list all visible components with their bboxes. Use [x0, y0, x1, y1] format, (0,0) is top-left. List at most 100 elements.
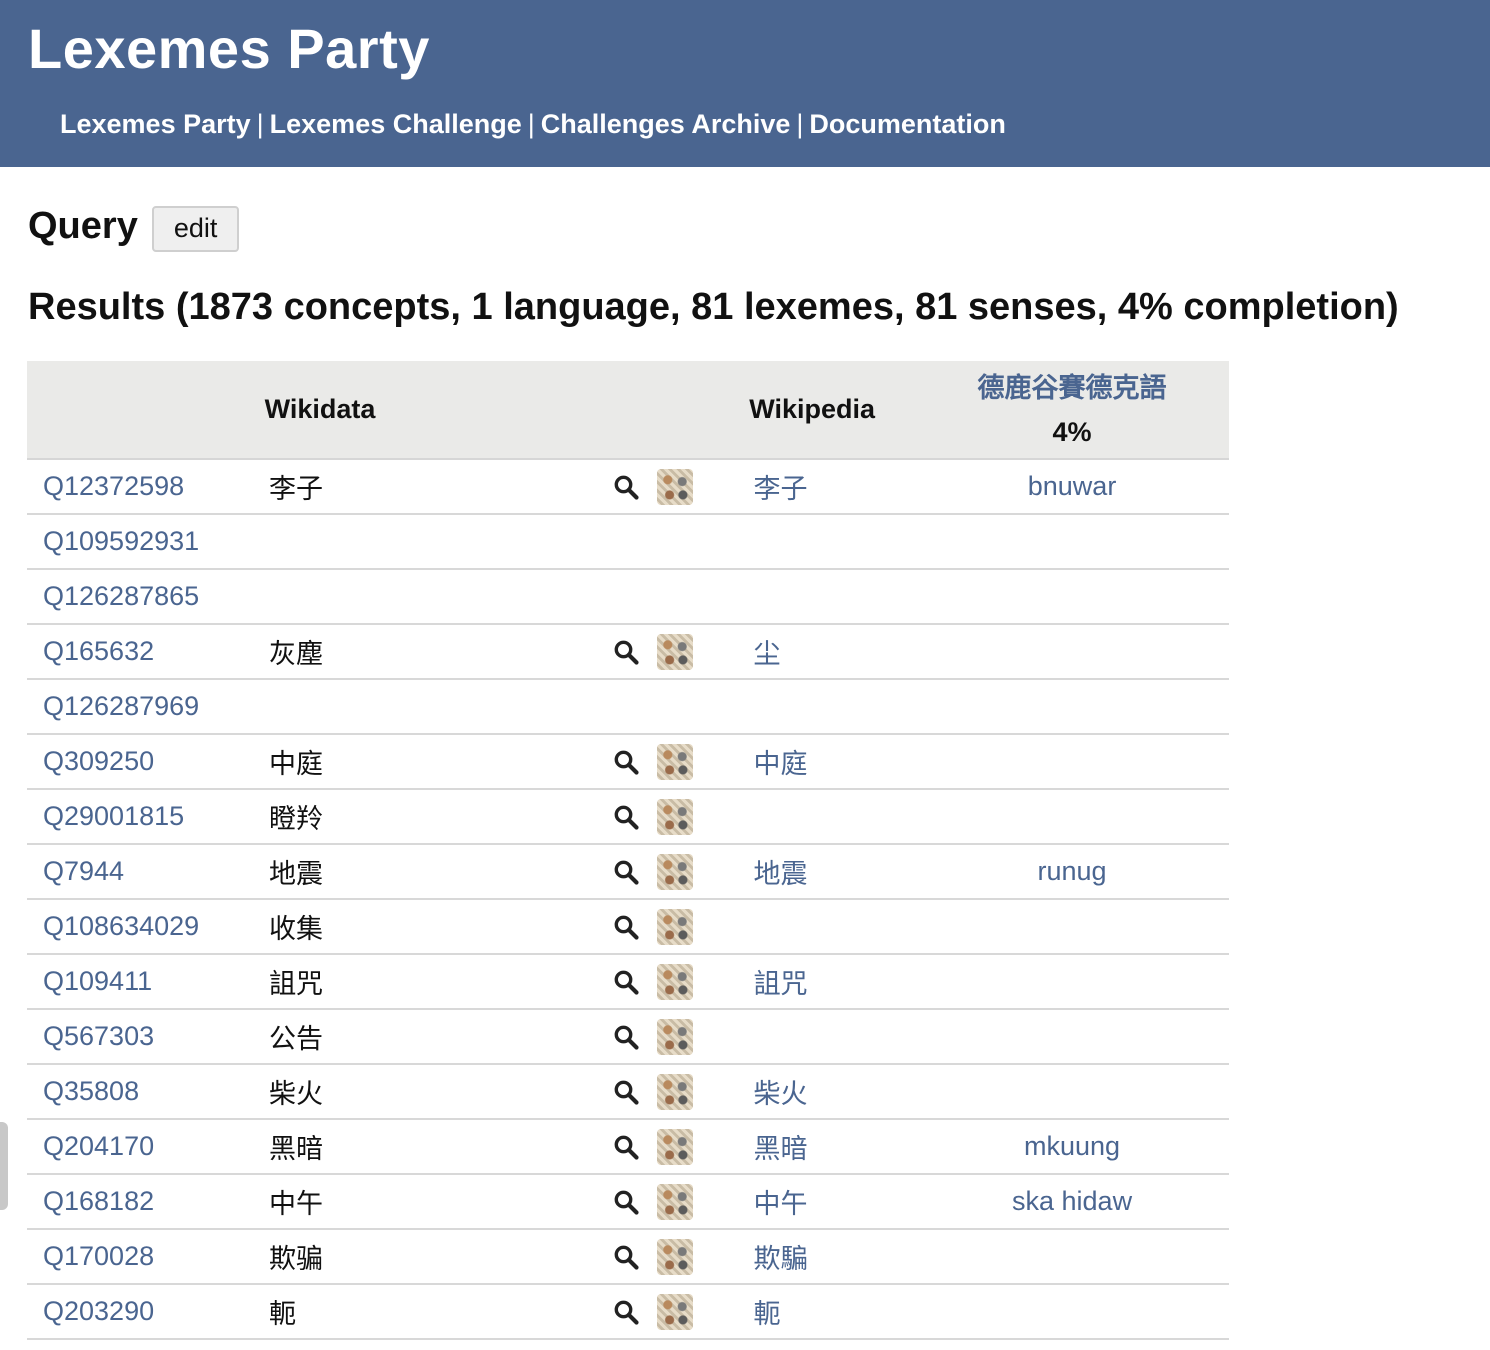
- lexeme-link[interactable]: [915, 569, 1229, 625]
- side-scroll-tab[interactable]: [0, 1122, 8, 1210]
- wikipedia-link[interactable]: [741, 514, 916, 570]
- results-table: Wikidata Wikipedia 德鹿谷賽德克語 4% Q12372598 李…: [27, 361, 1229, 1340]
- search-icon[interactable]: [613, 1189, 639, 1215]
- nav-lexemes-challenge[interactable]: Lexemes Challenge: [270, 109, 522, 139]
- qid-link[interactable]: Q168182: [27, 1174, 254, 1230]
- reasonator-icon[interactable]: [656, 743, 693, 780]
- qid-link[interactable]: Q126287865: [27, 569, 254, 625]
- lexeme-link[interactable]: runug: [915, 844, 1229, 900]
- nav-documentation[interactable]: Documentation: [809, 109, 1006, 139]
- wikipedia-link[interactable]: 中午: [741, 1174, 916, 1230]
- wikipedia-link[interactable]: [741, 899, 916, 955]
- search-icon[interactable]: [613, 1299, 639, 1325]
- search-icon[interactable]: [613, 749, 639, 775]
- lexeme-link[interactable]: [915, 899, 1229, 955]
- search-icon[interactable]: [613, 639, 639, 665]
- qid-link[interactable]: Q7944: [27, 844, 254, 900]
- reasonator-icon[interactable]: [656, 853, 693, 890]
- wikidata-label: 中午: [253, 1174, 613, 1230]
- wikipedia-link[interactable]: 軛: [741, 1284, 916, 1340]
- qid-link[interactable]: Q204170: [27, 1119, 254, 1175]
- nav-separator: |: [527, 109, 535, 139]
- wikipedia-link[interactable]: 地震: [741, 844, 916, 900]
- wikipedia-link[interactable]: [741, 569, 916, 625]
- search-icon[interactable]: [613, 1134, 639, 1160]
- search-icon[interactable]: [613, 474, 639, 500]
- lexeme-link[interactable]: [915, 1284, 1229, 1340]
- search-icon[interactable]: [613, 1024, 639, 1050]
- wikipedia-link[interactable]: [741, 1009, 916, 1065]
- reasonator-icon[interactable]: [656, 908, 693, 945]
- wikipedia-link[interactable]: 欺騙: [741, 1229, 916, 1285]
- lexeme-link[interactable]: [915, 679, 1229, 735]
- search-icon[interactable]: [613, 859, 639, 885]
- lexeme-link[interactable]: [915, 1064, 1229, 1120]
- wikipedia-link[interactable]: 中庭: [741, 734, 916, 790]
- search-icon[interactable]: [613, 969, 639, 995]
- lexeme-link[interactable]: [915, 1229, 1229, 1285]
- reasonator-icon[interactable]: [656, 468, 693, 505]
- search-icon[interactable]: [613, 1079, 639, 1105]
- nav-lexemes-party[interactable]: Lexemes Party: [60, 109, 251, 139]
- lexeme-link[interactable]: [915, 624, 1229, 680]
- search-icon[interactable]: [613, 914, 639, 940]
- lexeme-link[interactable]: [915, 954, 1229, 1010]
- lexeme-link[interactable]: mkuung: [915, 1119, 1229, 1175]
- wikipedia-link[interactable]: [741, 679, 916, 735]
- reasonator-icon[interactable]: [656, 963, 693, 1000]
- row-tools: [613, 633, 742, 670]
- search-icon[interactable]: [613, 804, 639, 830]
- wikipedia-link[interactable]: [741, 789, 916, 845]
- qid-link[interactable]: Q109411: [27, 954, 254, 1010]
- table-row: Q204170 黑暗 黑暗 mkuung: [27, 1119, 1229, 1175]
- qid-link[interactable]: Q29001815: [27, 789, 254, 845]
- table-row: Q108634029 收集: [27, 899, 1229, 955]
- qid-link[interactable]: Q567303: [27, 1009, 254, 1065]
- wikidata-label: [253, 514, 613, 570]
- lexeme-link[interactable]: [915, 514, 1229, 570]
- edit-query-button[interactable]: edit: [151, 206, 240, 252]
- query-section: Query edit: [28, 200, 240, 252]
- table-row: Q126287865: [27, 569, 1229, 625]
- wikipedia-link[interactable]: 李子: [741, 459, 916, 515]
- table-row: Q203290 軛軛: [27, 1284, 1229, 1340]
- nav-challenges-archive[interactable]: Challenges Archive: [541, 109, 791, 139]
- qid-link[interactable]: Q165632: [27, 624, 254, 680]
- wikipedia-link[interactable]: 詛咒: [741, 954, 916, 1010]
- lexeme-link[interactable]: [915, 789, 1229, 845]
- qid-link[interactable]: Q170028: [27, 1229, 254, 1285]
- reasonator-icon[interactable]: [656, 1073, 693, 1110]
- search-icon[interactable]: [613, 1244, 639, 1270]
- qid-link[interactable]: Q126287969: [27, 679, 254, 735]
- wikidata-label: 詛咒: [253, 954, 613, 1010]
- results-body: Q12372598 李子 李子 bnuwar Q109592931 Q126287865 Q…: [27, 459, 1229, 1340]
- reasonator-icon[interactable]: [656, 1293, 693, 1330]
- reasonator-icon[interactable]: [656, 1183, 693, 1220]
- qid-link[interactable]: Q309250: [27, 734, 254, 790]
- reasonator-icon[interactable]: [656, 798, 693, 835]
- reasonator-icon[interactable]: [656, 1018, 693, 1055]
- qid-link[interactable]: Q203290: [27, 1284, 254, 1340]
- qid-link[interactable]: Q109592931: [27, 514, 254, 570]
- wikipedia-link[interactable]: 尘: [741, 624, 916, 680]
- query-heading: Query: [28, 204, 138, 247]
- wikipedia-link[interactable]: 黑暗: [741, 1119, 916, 1175]
- qid-link[interactable]: Q35808: [27, 1064, 254, 1120]
- lexeme-link[interactable]: ska hidaw: [915, 1174, 1229, 1230]
- qid-link[interactable]: Q12372598: [27, 459, 254, 515]
- row-tools: [613, 908, 742, 945]
- reasonator-icon[interactable]: [656, 1128, 693, 1165]
- tools-cell: [612, 899, 742, 955]
- tools-cell: [612, 1064, 742, 1120]
- language-name-link[interactable]: 德鹿谷賽德克語: [915, 366, 1229, 410]
- lexeme-link[interactable]: [915, 1009, 1229, 1065]
- tools-cell: [612, 624, 742, 680]
- reasonator-icon[interactable]: [656, 633, 693, 670]
- lexeme-link[interactable]: bnuwar: [915, 459, 1229, 515]
- tools-cell: [612, 844, 742, 900]
- table-row: Q29001815 瞪羚: [27, 789, 1229, 845]
- wikipedia-link[interactable]: 柴火: [741, 1064, 916, 1120]
- lexeme-link[interactable]: [915, 734, 1229, 790]
- qid-link[interactable]: Q108634029: [27, 899, 254, 955]
- reasonator-icon[interactable]: [656, 1238, 693, 1275]
